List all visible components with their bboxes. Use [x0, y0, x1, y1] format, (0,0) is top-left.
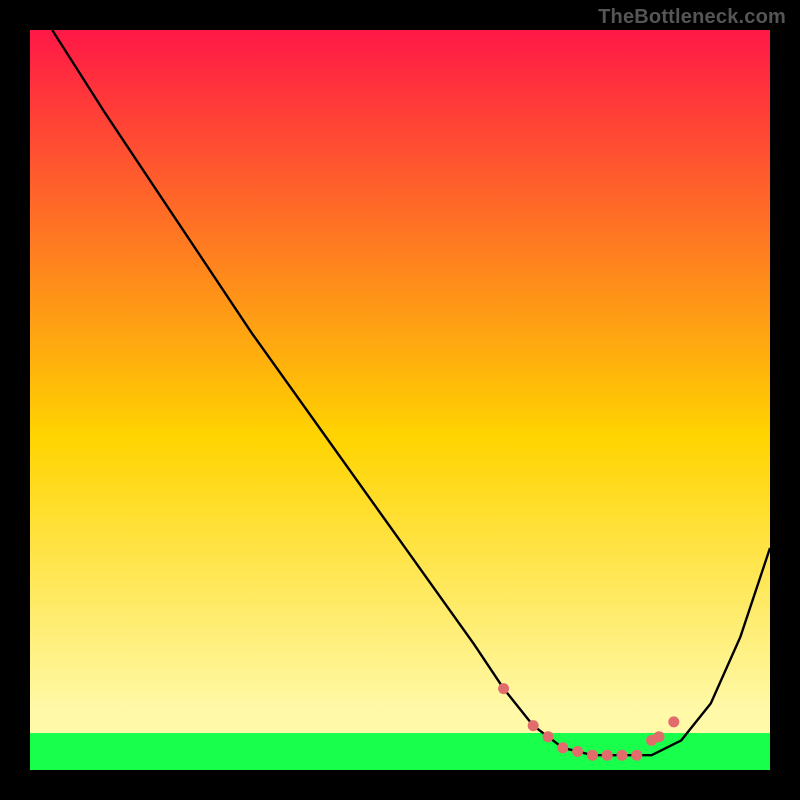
marker-dot	[572, 746, 583, 757]
marker-dot	[557, 742, 568, 753]
marker-dot	[498, 683, 509, 694]
marker-dot	[668, 716, 679, 727]
marker-dot	[602, 750, 613, 761]
watermark-text: TheBottleneck.com	[598, 6, 786, 29]
marker-dot	[543, 731, 554, 742]
chart-svg	[30, 30, 770, 770]
marker-dot	[631, 750, 642, 761]
marker-dot	[617, 750, 628, 761]
marker-dot	[654, 731, 665, 742]
gradient-background	[30, 30, 770, 770]
chart-container: TheBottleneck.com	[0, 0, 800, 800]
marker-dot	[528, 720, 539, 731]
plot-area	[30, 30, 770, 770]
marker-dot	[587, 750, 598, 761]
